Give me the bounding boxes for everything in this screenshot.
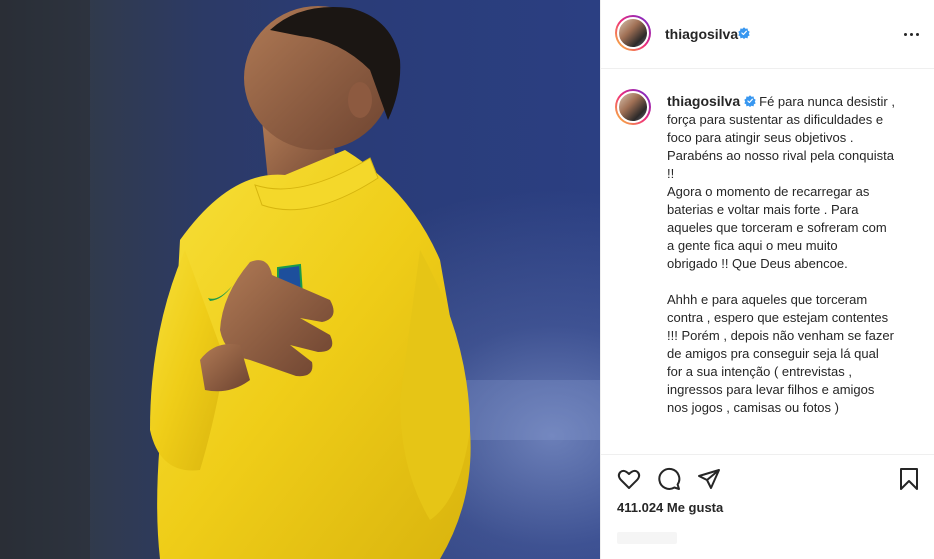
heart-icon[interactable] bbox=[615, 465, 643, 493]
caption-line: obrigado !! Que Deus abencoe. bbox=[667, 256, 848, 271]
caption-line: thiagosilva Fé para nunca desistir , bbox=[667, 92, 917, 111]
caption-line: foco para atingir seus objetivos . bbox=[667, 130, 854, 145]
caption-line: aqueles que torceram e sofreram com bbox=[667, 220, 887, 235]
action-bar bbox=[601, 454, 934, 503]
caption-line: de amigos pra conseguir seja lá qual bbox=[667, 346, 879, 361]
caption-line: ingressos para levar filhos e amigos bbox=[667, 382, 875, 397]
verified-badge-icon bbox=[744, 95, 756, 107]
verified-badge-icon bbox=[738, 27, 750, 39]
comment-icon[interactable] bbox=[655, 465, 683, 493]
post-photo[interactable] bbox=[0, 0, 600, 559]
player-illustration bbox=[0, 0, 600, 559]
more-options-icon[interactable] bbox=[899, 22, 923, 46]
caption-username[interactable]: thiagosilva bbox=[667, 93, 740, 109]
caption-section: thiagosilva Fé para nunca desistir , forç… bbox=[601, 70, 934, 454]
caption-line: Agora o momento de recarregar as bbox=[667, 184, 870, 199]
timestamp-placeholder bbox=[617, 532, 677, 544]
caption-line: Parabéns ao nosso rival pela conquista bbox=[667, 148, 894, 163]
caption-line: for a sua intenção ( entrevistas , bbox=[667, 364, 852, 379]
bookmark-icon[interactable] bbox=[895, 465, 923, 493]
caption-line: contra , espero que estejam contentes bbox=[667, 310, 889, 325]
caption-line: a gente fica aqui o meu muito bbox=[667, 238, 838, 253]
caption-line: Ahhh e para aqueles que torceram bbox=[667, 292, 868, 307]
caption-author-avatar[interactable] bbox=[615, 89, 651, 125]
caption-line: nos jogos , camisas ou fotos ) bbox=[667, 400, 839, 415]
caption-line-text: Fé para nunca desistir , bbox=[759, 94, 895, 109]
caption-line: baterias e voltar mais forte . Para bbox=[667, 202, 859, 217]
avatar-image bbox=[617, 91, 649, 123]
likes-count[interactable]: 411.024 Me gusta bbox=[617, 500, 723, 515]
caption-line: força para sustentar as dificuldades e bbox=[667, 112, 884, 127]
author-avatar[interactable] bbox=[615, 15, 651, 51]
caption-text: thiagosilva Fé para nunca desistir , forç… bbox=[667, 92, 917, 417]
caption-line: !!! Porém , depois não venham se fazer bbox=[667, 328, 894, 343]
avatar-image bbox=[617, 17, 649, 49]
post-header: thiagosilva bbox=[601, 0, 934, 69]
caption-line: !! bbox=[667, 166, 675, 181]
post-panel: thiagosilva thiagosilva Fé para nunca des… bbox=[600, 0, 934, 559]
author-username[interactable]: thiagosilva bbox=[665, 26, 738, 42]
paper-plane-icon[interactable] bbox=[695, 465, 723, 493]
